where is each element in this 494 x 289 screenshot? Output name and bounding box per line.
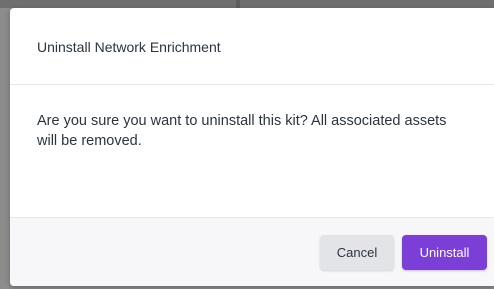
dialog-message: Are you sure you want to uninstall this …	[37, 113, 447, 149]
dialog-title: Uninstall Network Enrichment	[37, 39, 221, 55]
uninstall-dialog: Uninstall Network Enrichment Are you sur…	[10, 8, 494, 286]
dialog-body: Are you sure you want to uninstall this …	[10, 85, 494, 217]
cancel-button[interactable]: Cancel	[320, 235, 394, 270]
backdrop-page-strip	[0, 0, 494, 8]
uninstall-button[interactable]: Uninstall	[402, 235, 487, 270]
backdrop-divider	[236, 0, 240, 8]
dialog-header: Uninstall Network Enrichment	[10, 8, 494, 85]
dialog-footer: Cancel Uninstall	[10, 217, 494, 286]
